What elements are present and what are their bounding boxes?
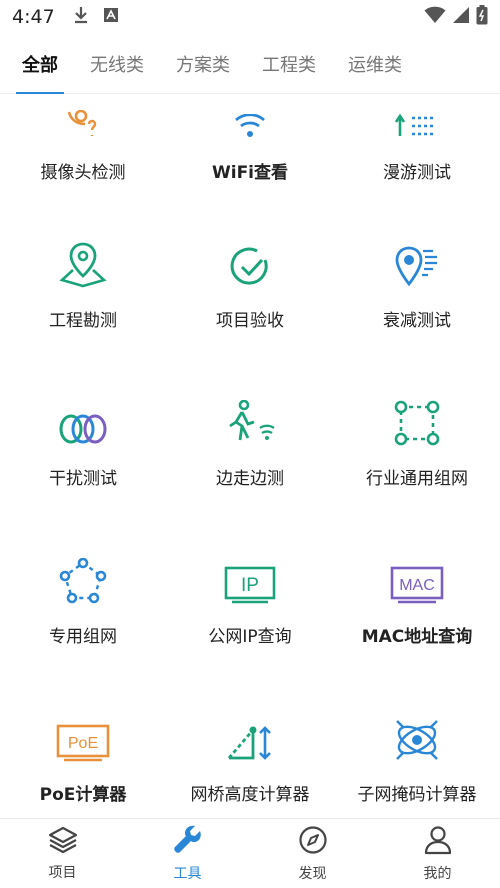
tool-wifi-view[interactable]: WiFi查看	[167, 94, 333, 204]
ip-icon-text: IP	[241, 575, 259, 596]
tool-industry-network[interactable]: 行业通用组网	[334, 390, 500, 510]
nav-label: 工具	[173, 865, 202, 882]
interference-rings-icon	[53, 390, 113, 446]
bottom-nav: 项目 工具 发现 我的	[0, 818, 500, 888]
nav-projects[interactable]: 项目	[0, 819, 125, 888]
nav-me[interactable]: 我的	[375, 819, 500, 888]
tool-label: MAC地址查询	[361, 627, 473, 647]
category-tabs: 全部 无线类 方案类 工程类 运维类	[0, 34, 500, 94]
tool-walk-test[interactable]: 边走边测	[167, 390, 333, 510]
nav-label: 我的	[423, 865, 452, 882]
tab-engineering[interactable]: 工程类	[262, 34, 316, 94]
mac-box-icon: MAC	[387, 548, 447, 604]
tool-label: 工程勘测	[49, 311, 117, 331]
wifi-icon	[220, 94, 280, 140]
tool-label: 子网掩码计算器	[357, 785, 477, 805]
check-circle-icon	[220, 232, 280, 288]
tool-label: 摄像头检测	[40, 163, 126, 183]
roaming-icon	[387, 94, 447, 140]
tool-engineering-survey[interactable]: 工程勘测	[0, 232, 166, 352]
layers-icon	[48, 826, 78, 858]
pentagon-network-icon	[53, 548, 113, 604]
tab-all[interactable]: 全部	[16, 34, 64, 94]
tool-poe-calculator[interactable]: PoE PoE计算器	[0, 706, 166, 818]
app-notification-icon	[103, 7, 119, 27]
survey-pin-icon	[53, 232, 113, 288]
tool-subnet-mask-calculator[interactable]: 子网掩码计算器	[334, 706, 500, 818]
status-bar: 4:47	[0, 0, 500, 34]
tool-label: 干扰测试	[49, 469, 117, 489]
tool-label: 网桥高度计算器	[190, 785, 310, 805]
tool-interference-test[interactable]: 干扰测试	[0, 390, 166, 510]
battery-icon	[476, 5, 488, 29]
tool-dedicated-network[interactable]: 专用组网	[0, 548, 166, 668]
tool-project-acceptance[interactable]: 项目验收	[167, 232, 333, 352]
tool-camera-detect[interactable]: 摄像头检测	[0, 94, 166, 204]
compass-icon	[298, 825, 328, 859]
poe-icon-text: PoE	[68, 735, 98, 752]
tool-label: 行业通用组网	[366, 469, 468, 489]
subnet-mask-icon	[387, 706, 447, 762]
tab-operations[interactable]: 运维类	[348, 34, 402, 94]
tool-label: 公网IP查询	[208, 627, 292, 647]
cell-signal-icon	[452, 6, 470, 28]
wrench-icon	[173, 825, 203, 859]
tab-wireless[interactable]: 无线类	[90, 34, 144, 94]
tool-label: WiFi查看	[211, 163, 289, 183]
download-icon	[73, 6, 89, 28]
tool-label: 专用组网	[49, 627, 117, 647]
wifi-status-icon	[424, 6, 446, 28]
nav-label: 项目	[48, 864, 77, 881]
tool-public-ip-lookup[interactable]: IP 公网IP查询	[167, 548, 333, 668]
tool-attenuation-test[interactable]: 衰减测试	[334, 232, 500, 352]
tab-solution[interactable]: 方案类	[176, 34, 230, 94]
tools-grid: 摄像头检测 WiFi查看 漫游测试 工程勘测 项目验收 衰减测试 干扰测试 边走…	[0, 94, 500, 818]
tool-label: 漫游测试	[383, 163, 451, 183]
status-time: 4:47	[12, 6, 55, 28]
mac-icon-text: MAC	[399, 577, 435, 594]
poe-box-icon: PoE	[53, 706, 113, 762]
tool-label: 边走边测	[216, 469, 284, 489]
nav-tools[interactable]: 工具	[125, 819, 250, 888]
user-icon	[423, 825, 453, 859]
tool-label: 衰减测试	[383, 311, 451, 331]
square-network-icon	[387, 390, 447, 446]
nav-discover[interactable]: 发现	[250, 819, 375, 888]
tool-roaming-test[interactable]: 漫游测试	[334, 94, 500, 204]
tool-label: PoE计算器	[39, 785, 127, 805]
walking-signal-icon	[220, 390, 280, 446]
attenuation-pin-icon	[387, 232, 447, 288]
tool-bridge-height-calculator[interactable]: 网桥高度计算器	[167, 706, 333, 818]
tool-label: 项目验收	[216, 311, 284, 331]
ip-box-icon: IP	[220, 548, 280, 604]
tool-mac-lookup[interactable]: MAC MAC地址查询	[334, 548, 500, 668]
bridge-height-icon	[220, 706, 280, 762]
camera-detect-icon	[53, 94, 113, 140]
nav-label: 发现	[298, 865, 327, 882]
